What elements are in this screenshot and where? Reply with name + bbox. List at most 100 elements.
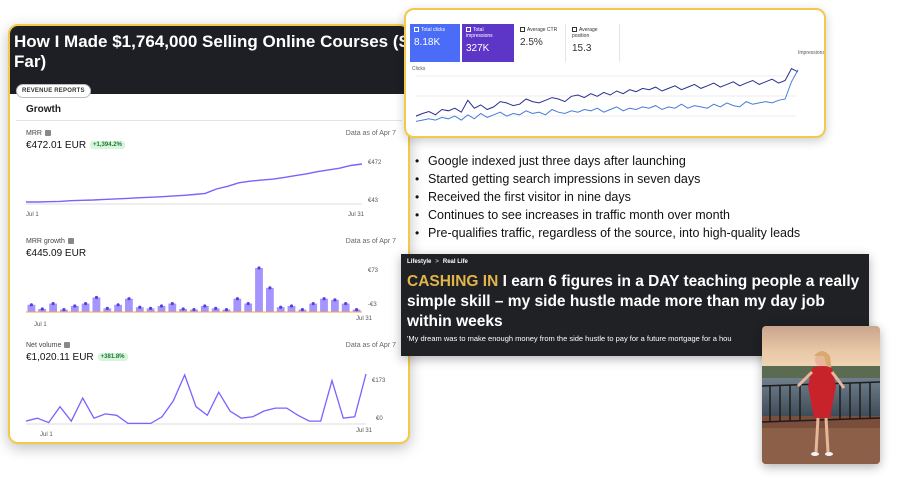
growth-section-title: Growth	[26, 104, 61, 115]
change-badge: +1,394.2%	[90, 141, 125, 150]
growth-point	[116, 303, 120, 307]
growth-point	[268, 286, 272, 290]
growth-point	[279, 305, 283, 309]
growth-point	[62, 308, 66, 312]
highlights-list: Google indexed just three days after lau…	[414, 152, 834, 242]
growth-point	[355, 308, 359, 312]
growth-point	[159, 304, 164, 308]
growth-point	[138, 305, 142, 309]
breadcrumb-lifestyle[interactable]: Lifestyle	[407, 259, 431, 265]
mrr-line-chart	[26, 163, 363, 205]
growth-point	[257, 266, 261, 270]
y-high-label: €173	[372, 378, 386, 384]
metric-value: €1,020.11 EUR	[26, 352, 94, 363]
performance-line-chart	[416, 67, 799, 122]
article-title-line2: Far)	[14, 52, 47, 71]
growth-point	[246, 302, 250, 306]
growth-bar	[255, 268, 263, 312]
net-volume-line-chart	[26, 373, 367, 425]
growth-point	[289, 304, 294, 308]
growth-point	[40, 307, 44, 311]
growth-point	[51, 302, 55, 306]
growth-point	[181, 307, 185, 311]
news-standfirst: 'My dream was to make enough money from …	[407, 334, 732, 343]
growth-bar	[320, 298, 328, 312]
growth-point	[344, 302, 348, 306]
growth-point	[300, 308, 304, 312]
growth-bar	[92, 297, 101, 312]
growth-point	[322, 297, 326, 301]
list-item: Received the first visitor in nine days	[414, 188, 834, 206]
breadcrumb: Lifestyle > Real Life	[407, 259, 468, 265]
chevron-right-icon: >	[435, 259, 439, 265]
y-high-label: €472	[368, 160, 382, 166]
checkbox-icon	[572, 27, 577, 33]
metric-mrr-growth[interactable]: MRR growth Data as of Apr 7 €445.09 EUR …	[26, 238, 406, 328]
metric-label: MRR	[26, 130, 42, 137]
info-icon[interactable]	[64, 342, 71, 349]
growth-point	[235, 297, 239, 301]
metric-value: €445.09 EUR	[26, 248, 87, 259]
growth-bar	[266, 287, 274, 312]
y-high-label: €73	[368, 268, 379, 274]
growth-point	[73, 304, 77, 308]
y-low-label: -€3	[368, 302, 377, 308]
list-item: Started getting search impressions in se…	[414, 170, 834, 188]
data-as-of: Data as of Apr 7	[345, 238, 396, 245]
growth-point	[224, 308, 229, 312]
info-icon[interactable]	[67, 238, 74, 245]
growth-point	[192, 308, 196, 312]
metric-label: MRR growth	[26, 238, 65, 245]
growth-point	[311, 302, 315, 306]
growth-bar	[331, 299, 339, 312]
data-as-of: Data as of Apr 7	[345, 130, 396, 137]
photo-illustration	[762, 326, 880, 464]
checkbox-icon	[520, 27, 525, 33]
growth-point	[105, 306, 109, 310]
growth-point	[29, 303, 33, 307]
growth-bar	[125, 298, 133, 312]
x-start-label: Jul 1	[34, 322, 47, 328]
tile-value: 327K	[466, 43, 490, 54]
x-end-label: Jul 31	[348, 212, 365, 218]
y-low-label: €0	[376, 416, 383, 422]
metric-label: Net volume	[26, 342, 62, 349]
search-console-card: Total clicks 8.18K Total impressions 327…	[404, 8, 826, 138]
divider	[16, 120, 402, 121]
x-start-label: Jul 1	[40, 432, 53, 438]
growth-point	[203, 304, 207, 308]
checkbox-icon	[466, 27, 471, 33]
list-item: Pre-qualifies traffic, regardless of the…	[414, 224, 834, 242]
metric-mrr[interactable]: MRR Data as of Apr 7 €472.01 EUR +1,394.2…	[26, 130, 406, 218]
metric-value: €472.01 EUR	[26, 140, 87, 151]
news-headline[interactable]: CASHING IN I earn 6 figures in a DAY tea…	[407, 272, 863, 332]
growth-point	[94, 295, 99, 300]
metric-net-volume[interactable]: Net volume Data as of Apr 7 €1,020.11 EU…	[26, 342, 406, 438]
data-as-of: Data as of Apr 7	[345, 342, 396, 349]
tile-value: 15.3	[572, 43, 592, 54]
info-icon[interactable]	[44, 130, 51, 137]
y-low-label: €43	[368, 198, 379, 204]
list-item: Google indexed just three days after lau…	[414, 152, 834, 170]
revenue-dashboard-card: How I Made $1,764,000 Selling Online Cou…	[8, 24, 410, 444]
woman-in-red-dress-photo	[762, 326, 880, 464]
checkbox-icon	[414, 27, 419, 33]
x-end-label: Jul 31	[356, 428, 373, 434]
revenue-reports-badge[interactable]: REVENUE REPORTS	[16, 84, 91, 98]
growth-point	[84, 302, 88, 306]
x-start-label: Jul 1	[26, 212, 39, 218]
list-item: Continues to see increases in traffic mo…	[414, 206, 834, 224]
growth-point	[149, 306, 153, 310]
growth-point	[127, 297, 131, 301]
growth-point	[170, 302, 174, 306]
breadcrumb-real-life[interactable]: Real Life	[443, 259, 468, 265]
tile-value: 2.5%	[520, 37, 543, 48]
change-badge: +381.8%	[97, 353, 128, 362]
growth-point	[333, 298, 337, 302]
x-end-label: Jul 31	[356, 316, 373, 322]
growth-point	[214, 306, 218, 310]
mrr-growth-bar-chart	[26, 266, 362, 313]
headline-kicker: CASHING IN	[407, 273, 499, 290]
tile-value: 8.18K	[414, 37, 441, 48]
article-title-line1: How I Made $1,764,000 Selling Online Cou…	[14, 32, 410, 51]
